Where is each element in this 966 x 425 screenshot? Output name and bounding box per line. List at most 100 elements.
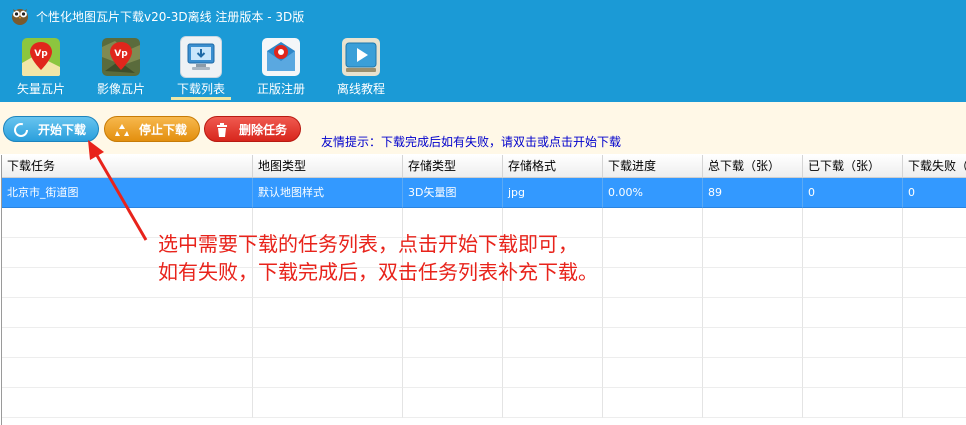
empty-cell [403,298,503,328]
empty-cell [903,388,966,418]
empty-cell [2,388,253,418]
empty-cell [803,328,903,358]
empty-cell [2,298,253,328]
action-toolbar: 开始下载 停止下载 删除任务 友情提示：下载完成后如有失败，请双击或点击开始下载 [0,102,966,154]
register-icon [262,38,300,76]
empty-cell [803,238,903,268]
vector-map-icon: Vp [22,38,60,76]
empty-cell [503,328,603,358]
column-header-storage-type[interactable]: 存储类型 [403,155,503,177]
stop-download-label: 停止下载 [139,123,188,137]
empty-cell [703,238,803,268]
ribbon-item-tutorial[interactable]: 离线教程 [326,30,396,102]
ribbon-item-label: 下载列表 [176,82,225,96]
cell-failed: 0 [903,178,966,208]
empty-cell [803,208,903,238]
cell-task: 北京市_街道图 [2,178,253,208]
delete-task-button[interactable]: 删除任务 [204,116,301,142]
empty-row [2,388,966,418]
table-header: 下载任务 地图类型 存储类型 存储格式 下载进度 总下载（张） 已下载（张） 下… [2,155,966,178]
empty-cell [603,358,703,388]
cell-format: jpg [503,178,603,208]
instruction-line-2: 如有失败，下载完成后，双击任务列表补充下载。 [158,260,598,284]
cell-downloaded: 0 [803,178,903,208]
column-header-map-type[interactable]: 地图类型 [253,155,403,177]
empty-cell [2,358,253,388]
cell-map-type: 默认地图样式 [253,178,403,208]
empty-cell [253,328,403,358]
empty-cell [253,388,403,418]
hint-text: 友情提示：下载完成后如有失败，请双击或点击开始下载 [321,135,622,149]
empty-cell [803,358,903,388]
empty-cell [603,238,703,268]
column-header-total[interactable]: 总下载（张） [703,155,803,177]
empty-row [2,358,966,388]
empty-cell [703,268,803,298]
empty-cell [703,298,803,328]
empty-cell [503,358,603,388]
empty-cell [2,328,253,358]
empty-cell [603,328,703,358]
empty-cell [703,388,803,418]
ribbon-item-label: 离线教程 [336,82,385,96]
empty-cell [803,298,903,328]
app-owl-icon [12,9,28,25]
empty-cell [803,388,903,418]
column-header-progress[interactable]: 下载进度 [603,155,703,177]
cell-storage-type: 3D矢量图 [403,178,503,208]
empty-cell [253,358,403,388]
recycle-icon [115,124,129,136]
active-tab-indicator [171,97,231,100]
download-list-icon [181,37,221,77]
svg-text:Vp: Vp [114,49,128,59]
start-download-label: 开始下载 [38,123,87,137]
column-header-task[interactable]: 下载任务 [2,155,253,177]
empty-cell [703,328,803,358]
empty-cell [603,208,703,238]
empty-cell [603,388,703,418]
satellite-map-icon: Vp [102,38,140,76]
empty-cell [903,298,966,328]
empty-cell [903,358,966,388]
delete-task-label: 删除任务 [239,123,288,137]
empty-cell [903,328,966,358]
empty-cell [603,268,703,298]
column-header-failed[interactable]: 下载失败（ [903,155,966,177]
cell-total: 89 [703,178,803,208]
empty-cell [403,388,503,418]
column-header-downloaded[interactable]: 已下载（张） [803,155,903,177]
ribbon-toolbar: Vp 矢量瓦片 Vp 影像瓦片 下载列表 正版注册 离线教程 [0,30,966,102]
empty-row [2,328,966,358]
trash-icon [217,123,227,137]
cell-progress: 0.00% [603,178,703,208]
ribbon-item-satellite-tiles[interactable]: Vp 影像瓦片 [86,30,156,102]
empty-cell [603,298,703,328]
start-download-button[interactable]: 开始下载 [3,116,99,142]
empty-cell [403,358,503,388]
stop-download-button[interactable]: 停止下载 [104,116,200,142]
empty-cell [903,208,966,238]
empty-cell [803,268,903,298]
empty-cell [503,388,603,418]
empty-cell [703,358,803,388]
empty-cell [503,298,603,328]
instruction-annotation: 选中需要下载的任务列表，点击开始下载即可， 如有失败，下载完成后，双击任务列表补… [158,230,598,286]
download-task-table: 下载任务 地图类型 存储类型 存储格式 下载进度 总下载（张） 已下载（张） 下… [1,155,966,425]
ribbon-item-label: 影像瓦片 [96,82,145,96]
window-title: 个性化地图瓦片下载v20-3D离线 注册版本 - 3D版 [36,10,305,24]
column-header-format[interactable]: 存储格式 [503,155,603,177]
empty-cell [903,268,966,298]
tutorial-icon [342,38,380,76]
ribbon-item-download-list[interactable]: 下载列表 [166,30,236,102]
ribbon-item-vector-tiles[interactable]: Vp 矢量瓦片 [6,30,76,102]
table-row[interactable]: 北京市_街道图 默认地图样式 3D矢量图 jpg 0.00% 89 0 0 [2,178,966,208]
empty-row [2,298,966,328]
svg-text:Vp: Vp [34,49,48,59]
ribbon-item-label: 矢量瓦片 [16,82,65,96]
empty-cell [903,238,966,268]
empty-cell [703,208,803,238]
title-bar: 个性化地图瓦片下载v20-3D离线 注册版本 - 3D版 [0,0,966,30]
ribbon-item-register[interactable]: 正版注册 [246,30,316,102]
empty-cell [253,298,403,328]
instruction-line-1: 选中需要下载的任务列表，点击开始下载即可， [158,232,578,256]
